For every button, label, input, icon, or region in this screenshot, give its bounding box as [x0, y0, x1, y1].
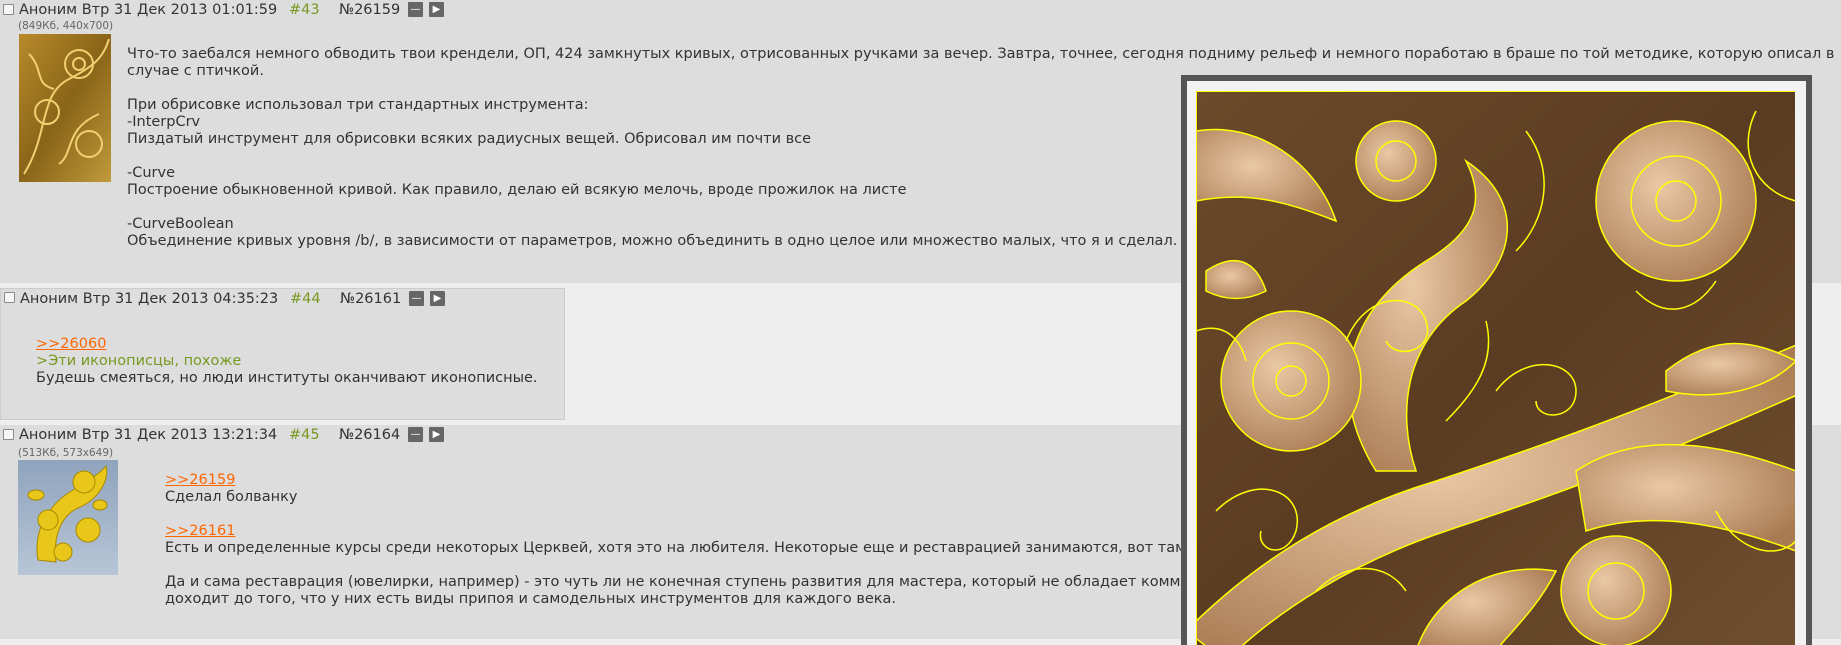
expanded-image-preview[interactable]: [1181, 75, 1812, 645]
post-select-checkbox[interactable]: [4, 292, 15, 303]
play-icon: ▶: [433, 293, 442, 304]
minus-icon: —: [411, 293, 422, 304]
post-message: >>26060 >Эти иконописцы, похоже Будешь с…: [36, 336, 538, 386]
quote-text: >Эти иконописцы, похоже: [36, 353, 242, 369]
file-info: (513Кб, 573x649): [18, 447, 114, 459]
expand-post-button[interactable]: ▶: [429, 427, 444, 442]
post-author-date: Аноним Втр 31 Дек 2013 01:01:59: [19, 0, 277, 20]
reply-link[interactable]: >>26159: [165, 472, 235, 488]
post-number[interactable]: №26159: [339, 0, 400, 20]
hide-post-button[interactable]: —: [408, 2, 423, 17]
post-select-checkbox[interactable]: [3, 4, 14, 15]
post-author-date: Аноним Втр 31 Дек 2013 04:35:23: [20, 289, 278, 309]
file-info: (849Кб, 440x700): [18, 20, 114, 32]
play-icon: ▶: [432, 429, 441, 440]
reply-link[interactable]: >>26161: [165, 523, 235, 539]
carved-floral-ornament-image: [1196, 91, 1795, 645]
post-index[interactable]: #43: [289, 0, 320, 20]
post-author: Аноним: [19, 2, 78, 18]
post-date: Втр 31 Дек 2013 01:01:59: [81, 2, 278, 18]
hide-post-button[interactable]: —: [409, 291, 424, 306]
post-author: Аноним: [20, 291, 79, 307]
post-date: Втр 31 Дек 2013 13:21:34: [81, 427, 278, 443]
attachment-thumbnail[interactable]: [18, 460, 118, 575]
hide-post-button[interactable]: —: [408, 427, 423, 442]
post-author-date: Аноним Втр 31 Дек 2013 13:21:34: [19, 425, 277, 445]
post-author: Аноним: [19, 427, 78, 443]
expand-post-button[interactable]: ▶: [430, 291, 445, 306]
post-date: Втр 31 Дек 2013 04:35:23: [82, 291, 279, 307]
reply-link[interactable]: >>26060: [36, 336, 106, 352]
expanded-image-frame: [1187, 81, 1806, 645]
minus-icon: —: [410, 4, 421, 15]
post-number[interactable]: №26164: [339, 425, 400, 445]
expand-post-button[interactable]: ▶: [429, 2, 444, 17]
minus-icon: —: [410, 429, 421, 440]
post-select-checkbox[interactable]: [3, 429, 14, 440]
post-number[interactable]: №26161: [340, 289, 401, 309]
play-icon: ▶: [432, 4, 441, 15]
post: Аноним Втр 31 Дек 2013 04:35:23 #44 №261…: [0, 288, 565, 420]
attachment-thumbnail[interactable]: [19, 34, 111, 182]
post-message: >>26159 Сделал болванку >>26161 Есть и о…: [165, 472, 1200, 607]
post-index[interactable]: #44: [290, 289, 321, 309]
post-index[interactable]: #45: [289, 425, 320, 445]
